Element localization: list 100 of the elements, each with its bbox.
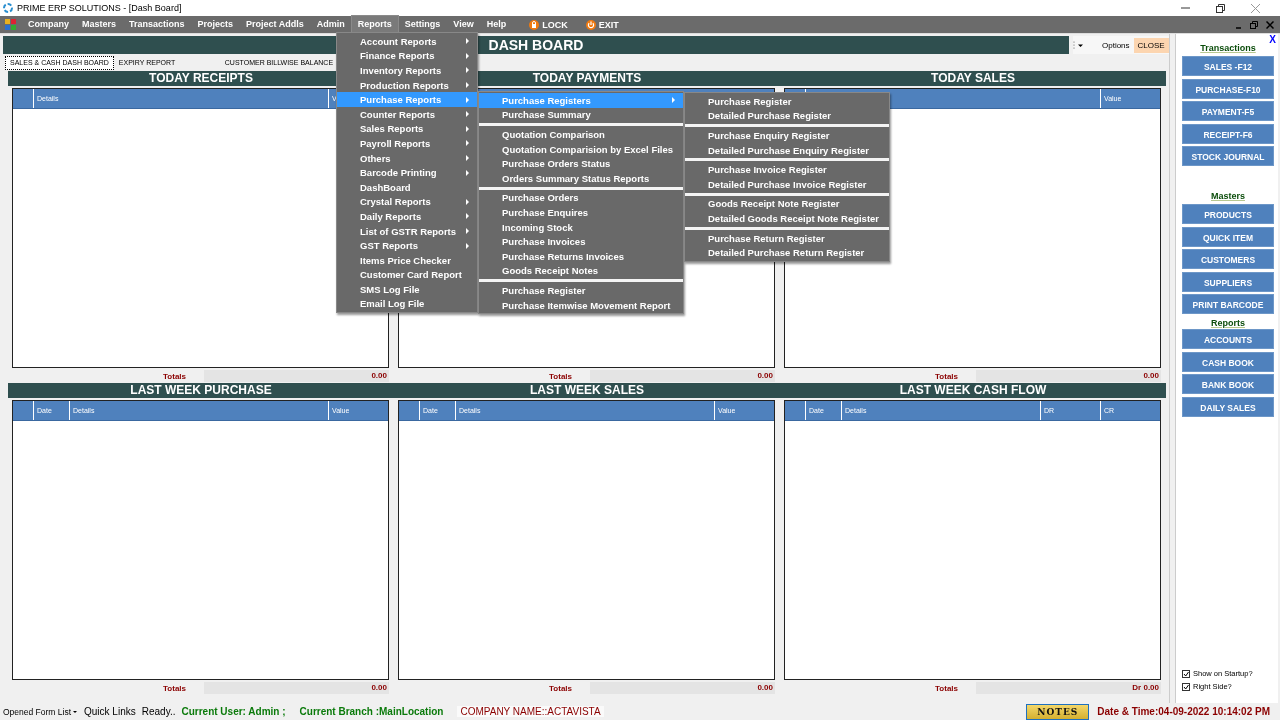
lock-button[interactable]: LOCK (527, 18, 570, 31)
menu-item[interactable]: Quotation Comparision by Excel Files (479, 141, 683, 157)
menu-item[interactable]: Incoming Stock (479, 219, 683, 235)
totals-label: Totals (935, 683, 958, 693)
menu-item[interactable]: Purchase Invoice Register (685, 162, 889, 177)
menu-item[interactable]: GST Reports (337, 238, 477, 253)
total-value: 0.00 (204, 370, 389, 382)
shortcut-button[interactable]: CASH BOOK (1182, 351, 1274, 372)
menu-item[interactable]: Purchase Reports (337, 92, 477, 107)
shortcut-button[interactable]: DAILY SALES (1182, 396, 1274, 417)
menu-item[interactable]: Projects (191, 16, 240, 33)
total-value: 0.00 (204, 682, 389, 694)
menu-item[interactable]: Admin (310, 16, 351, 33)
menu-item[interactable]: Sales Reports (337, 121, 477, 137)
total-value: 0.00 (590, 682, 775, 694)
shortcut-button[interactable]: BANK BOOK (1182, 374, 1274, 395)
exit-button[interactable]: EXIT (583, 18, 621, 31)
menu-item[interactable]: Email Log File (337, 296, 477, 312)
close-button[interactable]: X (1269, 34, 1276, 45)
menu-item[interactable]: Purchase Orders (479, 190, 683, 206)
menu-item[interactable]: Help (480, 16, 513, 33)
menu-item[interactable]: Purchase Return Register (685, 230, 889, 246)
menu-item[interactable]: List of GSTR Reports (337, 223, 477, 239)
checkbox[interactable] (1182, 669, 1190, 678)
menu-item[interactable]: Customer Card Report (337, 267, 477, 283)
lock-icon (529, 19, 540, 30)
app-menu-icon[interactable] (5, 19, 16, 30)
menu-item[interactable]: Daily Reports (337, 209, 477, 224)
menu-item[interactable]: Purchase Enquiry Register (685, 128, 889, 143)
date-time: Date & Time:04-09-2022 10:14:02 PM (1097, 706, 1270, 717)
caret-icon (73, 710, 78, 713)
menu-item[interactable]: Purchase Orders Status (479, 156, 683, 171)
shortcut-button[interactable]: SALES -F12 (1182, 56, 1274, 76)
menu-item[interactable]: Quotation Comparison (479, 127, 683, 142)
menu-item[interactable]: Detailed Goods Receipt Note Register (685, 211, 889, 226)
shortcut-button[interactable]: PRINT BARCODE (1182, 294, 1274, 315)
menu-item[interactable]: Purchase Register (479, 283, 683, 298)
menu-item[interactable]: Company (22, 16, 75, 33)
checkbox[interactable] (1182, 682, 1190, 691)
menu-item[interactable]: Items Price Checker (337, 252, 477, 268)
form-list-dropdown[interactable]: Opened Form List (0, 706, 81, 717)
close-icon[interactable] (1266, 20, 1274, 29)
menu-item[interactable]: Settings (398, 16, 447, 33)
app-icon (3, 3, 13, 13)
shortcut-button[interactable]: QUICK ITEM (1182, 226, 1274, 247)
section-heading: Reports (1211, 317, 1245, 328)
close-icon[interactable] (1251, 3, 1260, 13)
total-value: Dr 0.00 (976, 682, 1161, 694)
menu-item[interactable]: Masters (76, 16, 123, 33)
totals-label: Totals (549, 371, 572, 381)
menu-item[interactable]: Purchase Summary (479, 107, 683, 123)
quick-links-link[interactable]: Quick Links (84, 706, 136, 717)
shortcut-button[interactable]: RECEIPT-F6 (1182, 123, 1274, 144)
menu-item[interactable]: Detailed Purchase Enquiry Register (685, 142, 889, 158)
menu-item[interactable]: DashBoard (337, 179, 477, 195)
menu-item[interactable]: Counter Reports (337, 106, 477, 122)
menu-item[interactable]: Goods Receipt Note Register (685, 196, 889, 212)
menu-item[interactable]: Account Reports (337, 34, 477, 49)
menu-item[interactable]: Purchase Enquires (479, 205, 683, 220)
shortcut-button[interactable]: STOCK JOURNAL (1182, 146, 1274, 167)
notes-button[interactable]: NOTES (1026, 703, 1090, 720)
menu-item[interactable]: Purchase Returns Invoices (479, 248, 683, 264)
menu-item[interactable]: Detailed Purchase Invoice Register (685, 176, 889, 192)
menu-item[interactable]: Crystal Reports (337, 194, 477, 210)
close-button[interactable]: CLOSE (1133, 37, 1169, 53)
menu-item[interactable]: Project Addls (240, 16, 310, 33)
panel-title: TODAY SALES (780, 71, 1166, 86)
shortcut-button[interactable]: CUSTOMERS (1182, 249, 1274, 270)
menu-item[interactable]: Orders Summary Status Reports (479, 170, 683, 186)
total-value: 0.00 (976, 370, 1161, 382)
totals-label: Totals (549, 683, 572, 693)
menu-item[interactable]: Barcode Printing (337, 165, 477, 180)
options-menu[interactable]: Options (1102, 40, 1130, 50)
totals-label: Totals (935, 371, 958, 381)
shortcut-button[interactable]: PRODUCTS (1182, 203, 1274, 224)
company-name: COMPANY NAME::ACTAVISTA (457, 706, 604, 717)
menu-item[interactable]: Purchase Register (685, 94, 889, 109)
menu-item[interactable]: Detailed Purchase Register (685, 108, 889, 124)
menu-item[interactable]: View (447, 16, 480, 33)
menu-item[interactable]: Goods Receipt Notes (479, 263, 683, 279)
totals-label: Totals (163, 371, 186, 381)
status-text: Ready.. (141, 706, 176, 717)
shortcut-button[interactable]: PAYMENT-F5 (1182, 101, 1274, 122)
menu-item[interactable]: Detailed Purchase Return Register (685, 245, 889, 260)
restore-icon[interactable] (1216, 3, 1225, 13)
menu-item[interactable]: Transactions (123, 16, 191, 33)
current-user: Current User: Admin ; (181, 706, 286, 717)
shortcut-button[interactable]: ACCOUNTS (1182, 328, 1274, 349)
shortcut-button[interactable]: SUPPLIERS (1182, 271, 1274, 292)
shortcut-button[interactable]: PURCHASE-F10 (1182, 78, 1274, 99)
power-icon (585, 19, 596, 30)
window-title: PRIME ERP SOLUTIONS - [Dash Board] (17, 3, 182, 13)
menu-item[interactable]: Purchase Itemwise Movement Report (479, 297, 683, 313)
menu-item[interactable]: Purchase Registers (479, 93, 683, 108)
panel-title: LAST WEEK SALES (394, 383, 780, 398)
menu-item[interactable]: Purchase Invoices (479, 234, 683, 249)
menu-item[interactable]: SMS Log File (337, 282, 477, 297)
panel-title: LAST WEEK PURCHASE (8, 383, 394, 398)
menu-item[interactable]: Others (337, 150, 477, 166)
menu-item[interactable]: Payroll Reports (337, 136, 477, 151)
